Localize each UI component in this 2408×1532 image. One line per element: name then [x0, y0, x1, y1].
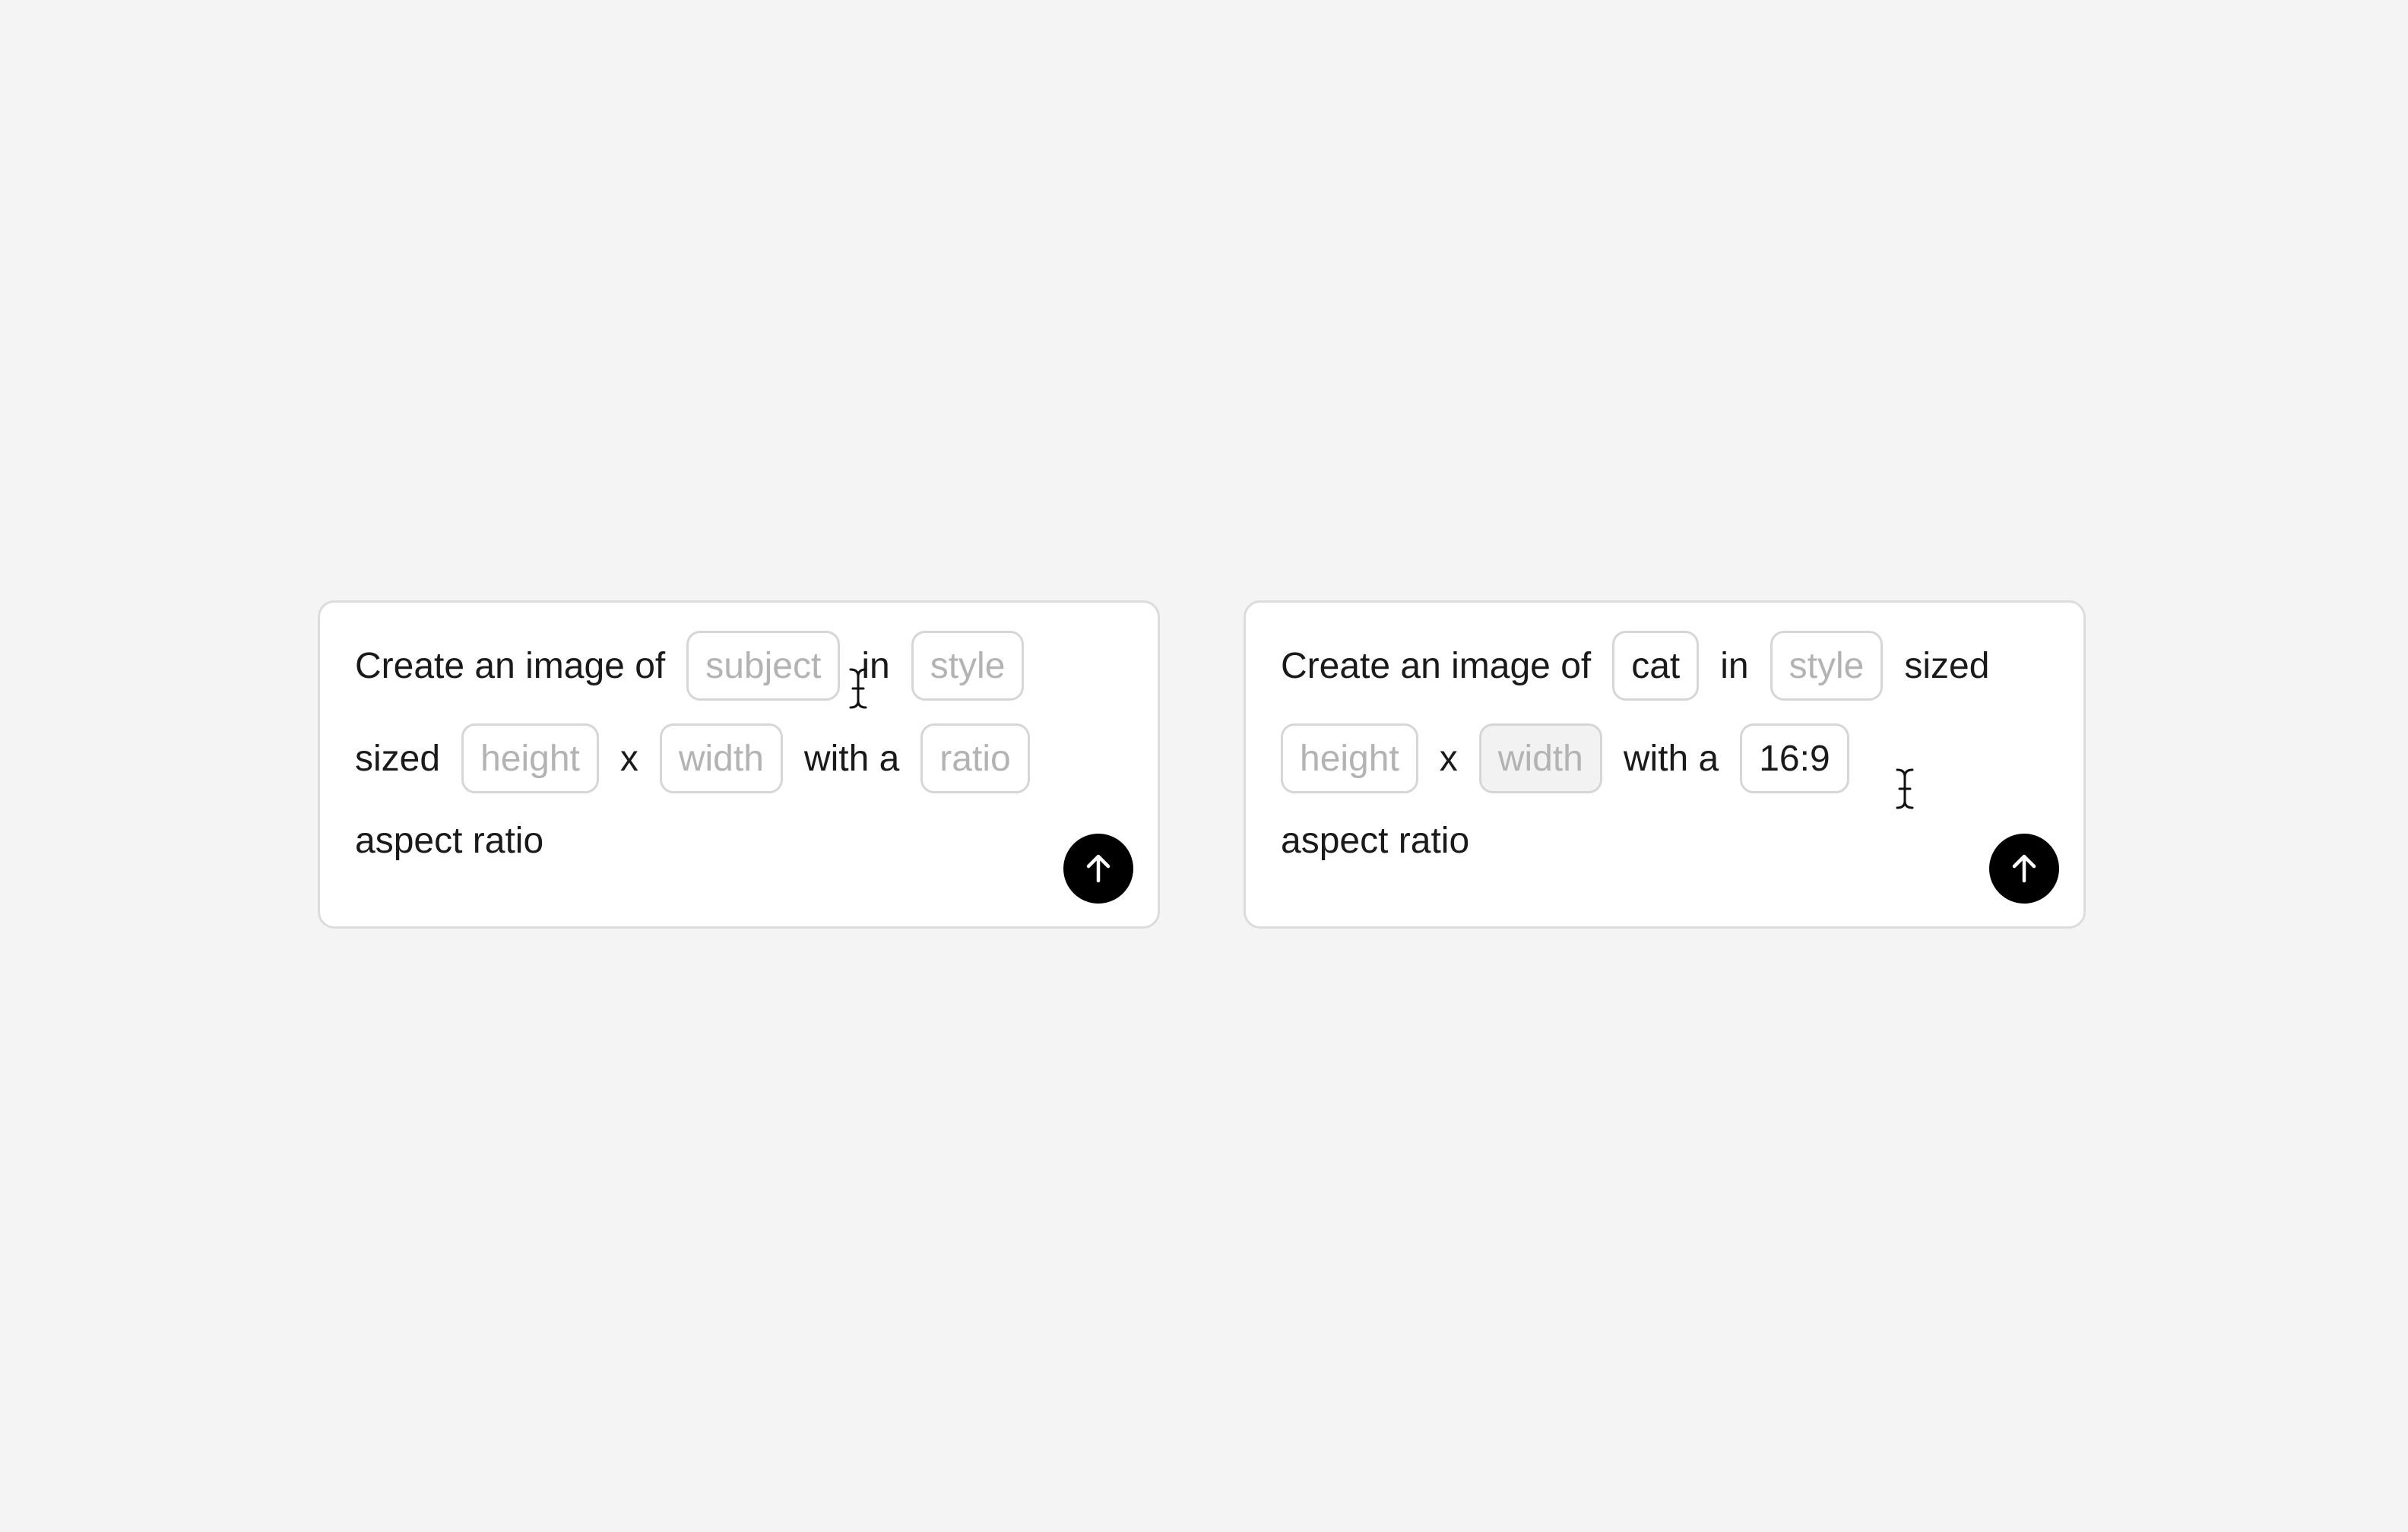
width-input[interactable]: width — [1478, 723, 1602, 793]
prompt-text-aspect-ratio: aspect ratio — [1281, 820, 1470, 861]
height-input[interactable]: height — [1281, 723, 1418, 793]
style-input[interactable]: style — [1770, 631, 1884, 701]
ratio-input[interactable]: 16:9 — [1740, 723, 1849, 793]
width-input[interactable]: width — [659, 723, 783, 793]
prompt-text-aspect-ratio: aspect ratio — [355, 820, 544, 861]
prompt-text-with-a: with a — [1623, 738, 1719, 779]
prompt-text-create: Create an image of — [1281, 645, 1592, 686]
prompt-text-sized: sized — [1904, 645, 1990, 686]
subject-input[interactable]: cat — [1612, 631, 1700, 701]
subject-input[interactable]: subject — [686, 631, 841, 701]
prompt-card-left: Create an image of subject in style size… — [318, 600, 1160, 929]
prompt-line-1: Create an image of cat in style sized — [1281, 629, 2010, 702]
arrow-up-icon — [2012, 854, 2036, 883]
prompt-line-2: sized height x width with a ratio — [355, 722, 1051, 795]
height-input[interactable]: height — [461, 723, 599, 793]
prompt-line-1: Create an image of subject in style — [355, 629, 1045, 702]
send-button[interactable] — [1989, 834, 2059, 904]
prompt-line-3: aspect ratio — [1281, 804, 1491, 877]
ratio-input[interactable]: ratio — [920, 723, 1030, 793]
style-input[interactable]: style — [911, 631, 1025, 701]
text-cursor-icon — [849, 668, 867, 709]
prompt-text-with-a: with a — [803, 738, 900, 779]
prompt-line-3: aspect ratio — [355, 804, 565, 877]
text-cursor-icon — [1896, 768, 1914, 809]
prompt-text-sized: sized — [355, 738, 441, 779]
prompt-text-x: x — [619, 738, 638, 779]
prompt-text-x: x — [1439, 738, 1458, 779]
prompt-card-right: Create an image of cat in style sized he… — [1244, 600, 2086, 929]
prompt-text-in: in — [1720, 645, 1749, 686]
send-button[interactable] — [1063, 834, 1133, 904]
prompt-text-create: Create an image of — [355, 645, 666, 686]
arrow-up-icon — [1086, 854, 1111, 883]
prompt-line-2: height x width with a 16:9 — [1281, 722, 1871, 795]
